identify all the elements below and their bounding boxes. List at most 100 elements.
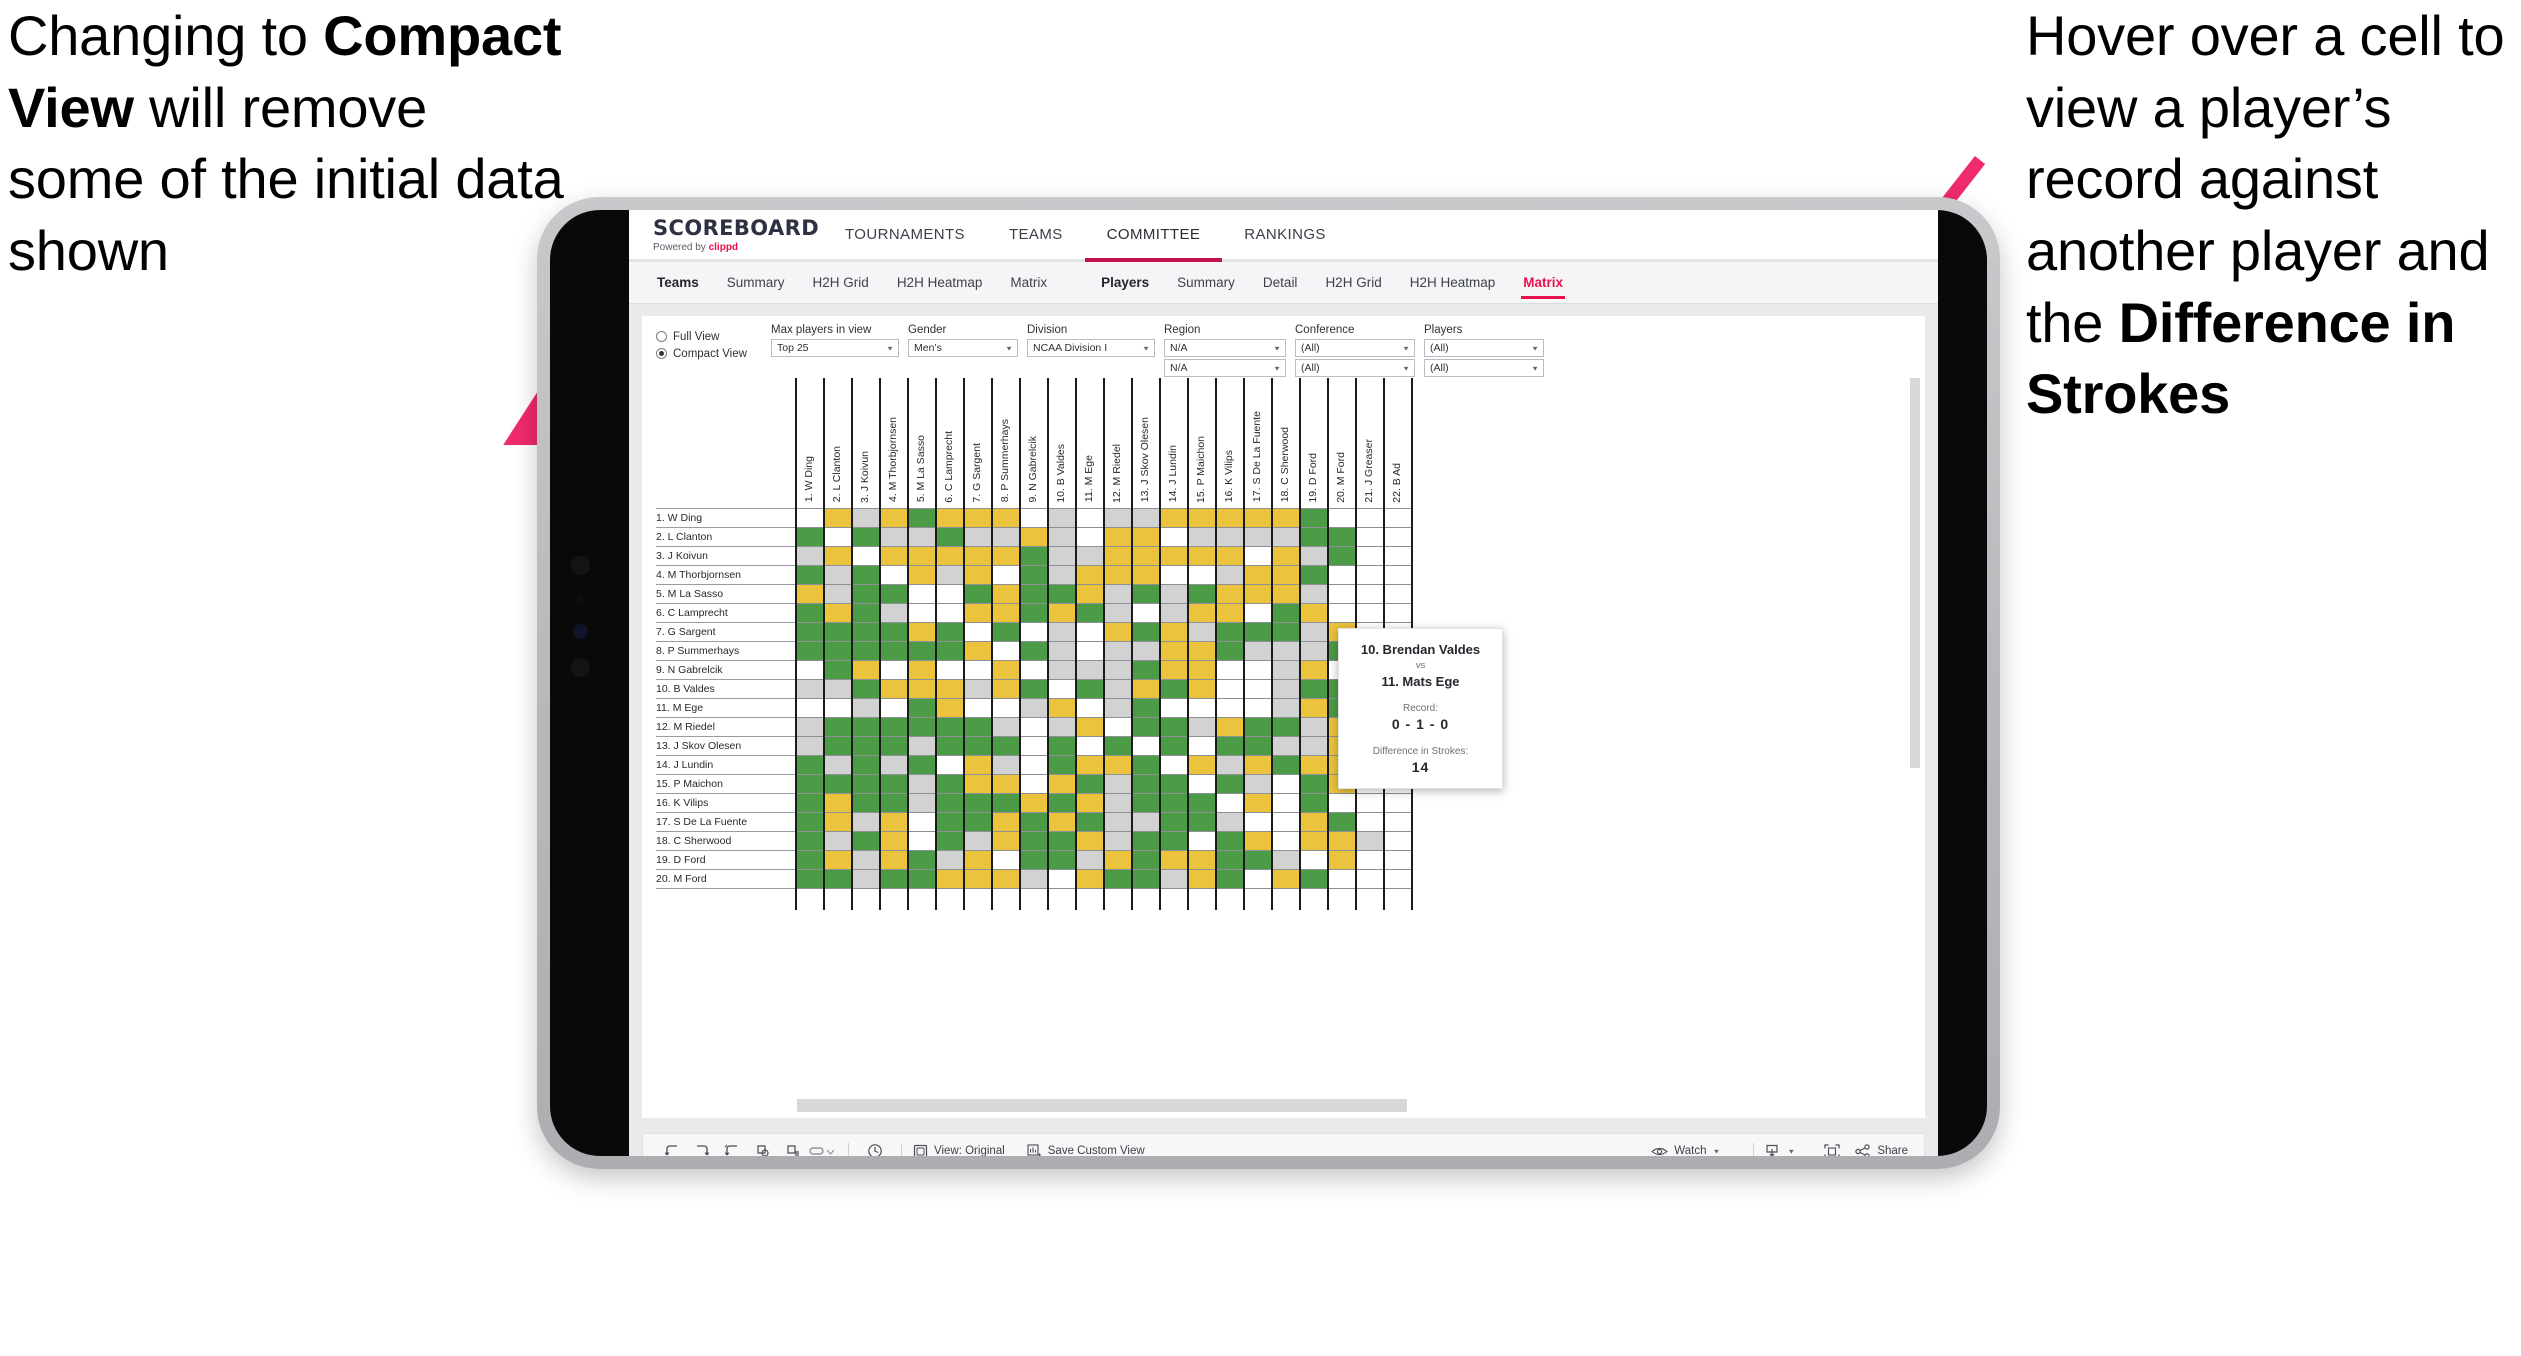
matrix-cell[interactable] <box>1075 792 1105 813</box>
matrix-row-header[interactable]: 7. G Sargent <box>656 621 796 642</box>
matrix-cell[interactable] <box>879 830 909 851</box>
fullscreen-icon[interactable] <box>1817 1143 1847 1156</box>
matrix-cell[interactable] <box>1243 792 1273 813</box>
matrix-column-header[interactable]: 1. W Ding <box>795 378 825 508</box>
matrix-cell[interactable] <box>1159 754 1189 775</box>
matrix-cell[interactable] <box>1271 659 1301 680</box>
matrix-cell[interactable] <box>1355 811 1385 832</box>
matrix-row-header[interactable]: 18. C Sherwood <box>656 830 796 851</box>
matrix-cell[interactable] <box>1327 868 1357 889</box>
matrix-cell[interactable] <box>851 735 881 756</box>
matrix-cell[interactable] <box>1075 545 1105 566</box>
matrix-cell[interactable] <box>991 716 1021 737</box>
matrix-cell[interactable] <box>935 526 965 547</box>
matrix-cell[interactable] <box>879 602 909 623</box>
matrix-cell[interactable] <box>1103 507 1133 528</box>
subtab-players-h2h-grid[interactable]: H2H Grid <box>1311 262 1395 303</box>
topnav-teams[interactable]: TEAMS <box>987 210 1085 259</box>
matrix-cell[interactable] <box>1243 849 1273 870</box>
matrix-cell[interactable] <box>1103 640 1133 661</box>
matrix-cell[interactable] <box>1271 621 1301 642</box>
matrix-cell[interactable] <box>991 507 1021 528</box>
matrix-cell[interactable] <box>1355 545 1385 566</box>
matrix-cell[interactable] <box>1019 716 1049 737</box>
matrix-cell[interactable] <box>879 697 909 718</box>
matrix-cell[interactable] <box>963 792 993 813</box>
matrix-cell[interactable] <box>1187 849 1217 870</box>
view-mode-radio-group[interactable]: Full View Compact View <box>656 324 771 362</box>
subtab-teams-matrix[interactable]: Matrix <box>996 262 1061 303</box>
matrix-cell[interactable] <box>1075 697 1105 718</box>
matrix-cell[interactable] <box>1131 792 1161 813</box>
matrix-cell[interactable] <box>963 545 993 566</box>
matrix-column-header[interactable]: 22. B Ad <box>1383 378 1413 508</box>
matrix-cell[interactable] <box>1215 792 1245 813</box>
matrix-column-header[interactable]: 11. M Ege <box>1075 378 1105 508</box>
matrix-cell[interactable] <box>1383 507 1413 528</box>
matrix-cell[interactable] <box>879 621 909 642</box>
matrix-cell[interactable] <box>1159 811 1189 832</box>
matrix-cell[interactable] <box>1103 526 1133 547</box>
matrix-cell[interactable] <box>1271 773 1301 794</box>
matrix-cell[interactable] <box>1243 640 1273 661</box>
matrix-cell[interactable] <box>935 716 965 737</box>
matrix-cell[interactable] <box>991 564 1021 585</box>
matrix-cell[interactable] <box>1215 583 1245 604</box>
matrix-cell[interactable] <box>1159 792 1189 813</box>
matrix-cell[interactable] <box>935 602 965 623</box>
matrix-cell[interactable] <box>823 735 853 756</box>
matrix-cell[interactable] <box>907 792 937 813</box>
matrix-cell[interactable] <box>935 773 965 794</box>
matrix-cell[interactable] <box>1271 583 1301 604</box>
matrix-cell[interactable] <box>963 659 993 680</box>
matrix-cell[interactable] <box>1243 773 1273 794</box>
matrix-cell[interactable] <box>1047 526 1077 547</box>
matrix-cell[interactable] <box>1159 659 1189 680</box>
matrix-cell[interactable] <box>1047 640 1077 661</box>
matrix-cell[interactable] <box>1075 735 1105 756</box>
matrix-cell[interactable] <box>795 507 825 528</box>
matrix-cell[interactable] <box>1383 545 1413 566</box>
matrix-cell[interactable] <box>1299 564 1329 585</box>
matrix-cell[interactable] <box>1215 830 1245 851</box>
matrix-cell[interactable] <box>1159 583 1189 604</box>
matrix-cell[interactable] <box>1327 526 1357 547</box>
matrix-cell[interactable] <box>935 849 965 870</box>
matrix-cell[interactable] <box>1187 602 1217 623</box>
matrix-cell[interactable] <box>823 507 853 528</box>
matrix-row-header[interactable]: 12. M Riedel <box>656 716 796 737</box>
radio-compact-view[interactable]: Compact View <box>656 345 771 362</box>
matrix-cell[interactable] <box>991 526 1021 547</box>
matrix-cell[interactable] <box>991 754 1021 775</box>
matrix-cell[interactable] <box>795 564 825 585</box>
radio-full-view-dot[interactable] <box>656 331 667 342</box>
matrix-cell[interactable] <box>823 830 853 851</box>
matrix-cell[interactable] <box>823 640 853 661</box>
matrix-cell[interactable] <box>1047 811 1077 832</box>
matrix-cell[interactable] <box>1299 754 1329 775</box>
pill-dropdown-icon[interactable] <box>807 1144 837 1156</box>
matrix-cell[interactable] <box>823 792 853 813</box>
matrix-cell[interactable] <box>795 659 825 680</box>
matrix-cell[interactable] <box>935 507 965 528</box>
matrix-cell[interactable] <box>963 773 993 794</box>
matrix-cell[interactable] <box>1383 792 1413 813</box>
matrix-cell[interactable] <box>1019 602 1049 623</box>
matrix-cell[interactable] <box>851 545 881 566</box>
matrix-cell[interactable] <box>795 583 825 604</box>
matrix-cell[interactable] <box>1103 868 1133 889</box>
matrix-cell[interactable] <box>795 735 825 756</box>
matrix-cell[interactable] <box>795 773 825 794</box>
matrix-cell[interactable] <box>1299 735 1329 756</box>
matrix-cell[interactable] <box>1131 583 1161 604</box>
matrix-row-header[interactable]: 9. N Gabrelcik <box>656 659 796 680</box>
matrix-cell[interactable] <box>823 583 853 604</box>
matrix-cell[interactable] <box>1187 640 1217 661</box>
matrix-cell[interactable] <box>879 564 909 585</box>
matrix-cell[interactable] <box>1159 507 1189 528</box>
filter-division-select[interactable]: NCAA Division I ▼ <box>1027 339 1155 357</box>
matrix-row-header[interactable]: 11. M Ege <box>656 697 796 718</box>
matrix-cell[interactable] <box>1187 697 1217 718</box>
matrix-cell[interactable] <box>935 868 965 889</box>
matrix-cell[interactable] <box>879 849 909 870</box>
